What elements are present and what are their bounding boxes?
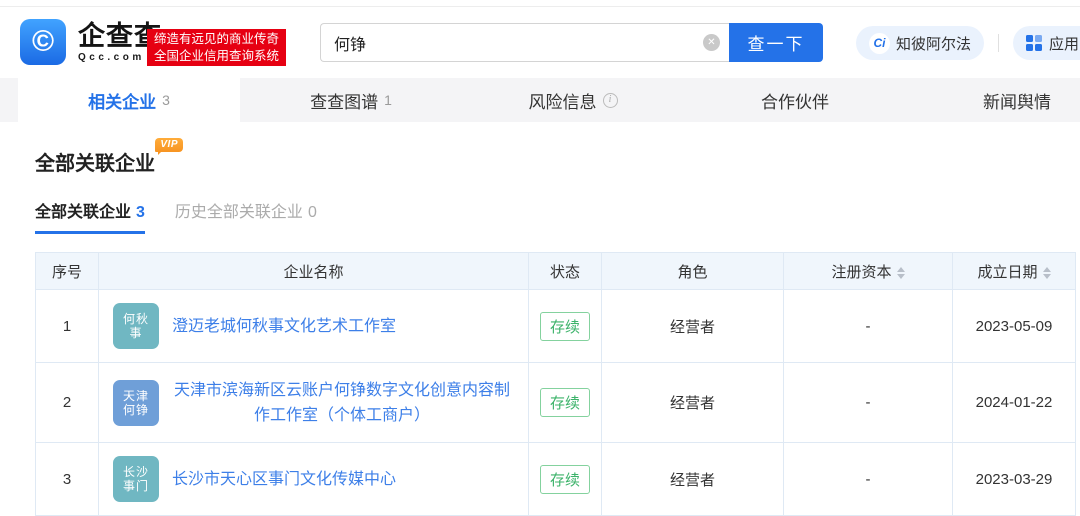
table-row: 1 何秋 事 澄迈老城何秋事文化艺术工作室 存续 经营者 - 2023-05-0… [36,290,1076,363]
company-avatar[interactable]: 长沙 事门 [113,456,159,502]
site-header: © 企查查 Qcc.com 缔造有远见的商业传奇 全国企业信用查询系统 ✕ 查一… [0,7,1080,78]
row-index: 2 [36,363,99,443]
date-cell: 2023-05-09 [953,290,1076,363]
search-button[interactable]: 查一下 [729,23,823,62]
tab-chart-graph[interactable]: 查查图谱 1 [240,78,462,122]
ci-icon: Ci [869,33,890,54]
window-top-strip [0,0,1080,7]
slogan-line1: 缔造有远见的商业传奇 [154,31,279,48]
status-cell: 存续 [529,363,602,443]
sort-icon[interactable] [1043,267,1051,279]
header-divider [998,34,999,52]
sort-icon[interactable] [897,267,905,279]
clear-search-icon[interactable]: ✕ [703,34,720,51]
date-cell: 2024-01-22 [953,363,1076,443]
col-header-role: 角色 [602,253,784,290]
col-header-date[interactable]: 成立日期 [953,253,1076,290]
col-header-status: 状态 [529,253,602,290]
row-index: 1 [36,290,99,363]
tab-risk-info[interactable]: 风险信息 i [462,78,684,122]
section-title: 全部关联企业 [35,153,155,175]
header-actions: Ci 知彼阿尔法 应用 [856,26,1080,60]
tab-label: 风险信息 [529,88,597,113]
company-name-link[interactable]: 澄迈老城何秋事文化艺术工作室 [172,314,396,339]
status-badge[interactable]: 存续 [540,388,590,417]
apps-button[interactable]: 应用 [1013,26,1080,60]
subtab-count: 3 [136,204,145,221]
zhibi-alpha-label: 知彼阿尔法 [896,33,971,54]
subtab-all-related[interactable]: 全部关联企业 3 [35,198,145,234]
apps-label: 应用 [1049,33,1079,54]
company-name-link[interactable]: 长沙市天心区事门文化传媒中心 [172,467,396,492]
sub-tab-bar: 全部关联企业 3 历史全部关联企业 0 [35,198,1080,234]
zhibi-alpha-button[interactable]: Ci 知彼阿尔法 [856,26,984,60]
tab-label: 查查图谱 [310,88,378,113]
subtab-label: 历史全部关联企业 [175,204,303,221]
company-cell: 长沙 事门 长沙市天心区事门文化传媒中心 [99,443,529,516]
company-avatar[interactable]: 天津 何铮 [113,380,159,426]
info-icon[interactable]: i [603,93,618,108]
search-input[interactable] [321,34,703,52]
subtab-label: 全部关联企业 [35,204,131,221]
slogan-line2: 全国企业信用查询系统 [154,48,279,65]
tab-count: 1 [384,92,392,108]
row-index: 3 [36,443,99,516]
company-cell: 何秋 事 澄迈老城何秋事文化艺术工作室 [99,290,529,363]
subtab-count: 0 [308,204,317,221]
section-head: 全部关联企业 VIP [35,152,155,176]
tab-partners[interactable]: 合作伙伴 [684,78,906,122]
tab-label: 相关企业 [88,88,156,113]
tab-news[interactable]: 新闻舆情 [906,78,1080,122]
status-badge[interactable]: 存续 [540,465,590,494]
role-cell: 经营者 [602,290,784,363]
table-row: 3 长沙 事门 长沙市天心区事门文化传媒中心 存续 经营者 - 2023-03-… [36,443,1076,516]
main-content: 全部关联企业 VIP 全部关联企业 3 历史全部关联企业 0 序号 企业名称 状态 … [0,122,1080,516]
company-cell: 天津 何铮 天津市滨海新区云账户何铮数字文化创意内容制作工作室（个体工商户） [99,363,529,443]
apps-grid-icon [1026,35,1042,51]
table-row: 2 天津 何铮 天津市滨海新区云账户何铮数字文化创意内容制作工作室（个体工商户）… [36,363,1076,443]
capital-cell: - [784,363,953,443]
capital-cell: - [784,443,953,516]
tab-label: 新闻舆情 [983,88,1051,113]
qcc-logo-icon[interactable]: © [20,19,66,65]
col-header-company-name: 企业名称 [99,253,529,290]
tab-count: 3 [162,92,170,108]
subtab-history-related[interactable]: 历史全部关联企业 0 [175,198,317,234]
main-tab-bar: 相关企业 3 查查图谱 1 风险信息 i 合作伙伴 新闻舆情 [0,78,1080,122]
col-header-capital[interactable]: 注册资本 [784,253,953,290]
search-box: ✕ [320,23,730,62]
col-header-index: 序号 [36,253,99,290]
status-cell: 存续 [529,290,602,363]
role-cell: 经营者 [602,443,784,516]
company-avatar[interactable]: 何秋 事 [113,303,159,349]
status-badge[interactable]: 存续 [540,312,590,341]
status-cell: 存续 [529,443,602,516]
table-header-row: 序号 企业名称 状态 角色 注册资本 成立日期 [36,253,1076,290]
qcc-logo-glyph: © [32,27,54,57]
slogan-badge: 缔造有远见的商业传奇 全国企业信用查询系统 [147,29,286,66]
company-name-link[interactable]: 天津市滨海新区云账户何铮数字文化创意内容制作工作室（个体工商户） [172,378,512,428]
date-cell: 2023-03-29 [953,443,1076,516]
role-cell: 经营者 [602,363,784,443]
capital-cell: - [784,290,953,363]
vip-badge: VIP [155,138,183,152]
tab-related-companies[interactable]: 相关企业 3 [18,78,240,122]
related-companies-table: 序号 企业名称 状态 角色 注册资本 成立日期 1 何秋 [35,252,1076,516]
tab-label: 合作伙伴 [761,88,829,113]
